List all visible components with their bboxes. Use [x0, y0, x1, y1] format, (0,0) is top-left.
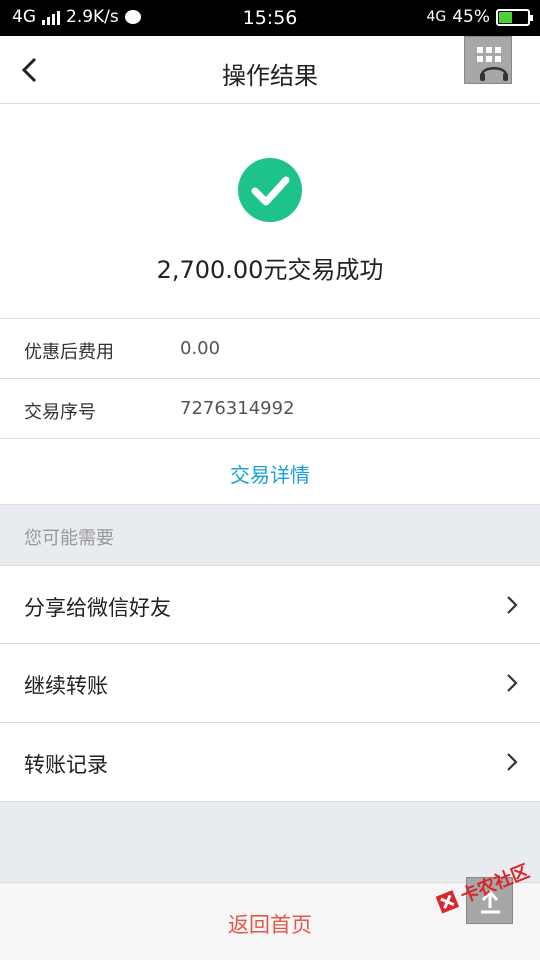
battery-percent: 45% — [452, 7, 490, 27]
list-item-transfer-records[interactable]: 转账记录 — [0, 723, 540, 802]
headset-icon — [480, 67, 508, 81]
check-circle-icon — [238, 158, 302, 222]
list-item-share-wechat[interactable]: 分享给微信好友 — [0, 565, 540, 644]
network-type-right: 4G — [426, 9, 447, 25]
chevron-right-icon — [507, 596, 518, 614]
list-item-continue-transfer[interactable]: 继续转账 — [0, 644, 540, 723]
info-label: 交易序号 — [24, 402, 96, 423]
list-item-label: 分享给微信好友 — [24, 596, 171, 620]
return-home-button[interactable]: 返回首页 — [0, 909, 540, 939]
info-value: 0.00 — [180, 338, 221, 359]
nav-bar: 操作结果 — [0, 36, 540, 104]
page-title: 操作结果 — [222, 62, 318, 90]
grid-icon — [477, 47, 501, 62]
result-panel: 2,700.00元交易成功 — [0, 104, 540, 318]
info-row-serial: 交易序号 7276314992 — [0, 378, 540, 438]
transaction-result-text: 2,700.00元交易成功 — [156, 256, 384, 284]
status-bar: 4G 2.9K/s 15:56 4G 45% — [0, 0, 540, 36]
info-label: 优惠后费用 — [24, 342, 114, 363]
list-item-label: 继续转账 — [24, 674, 108, 698]
status-right: 4G 45% — [426, 7, 533, 27]
list-item-label: 转账记录 — [24, 753, 108, 777]
info-row-fee: 优惠后费用 0.00 — [0, 318, 540, 378]
chevron-right-icon — [507, 753, 518, 771]
section-header: 您可能需要 — [0, 505, 540, 565]
chevron-right-icon — [507, 674, 518, 692]
info-value: 7276314992 — [180, 398, 295, 419]
floating-menu-button[interactable] — [464, 36, 512, 84]
battery-icon — [496, 8, 533, 26]
transaction-detail-link[interactable]: 交易详情 — [0, 438, 540, 505]
